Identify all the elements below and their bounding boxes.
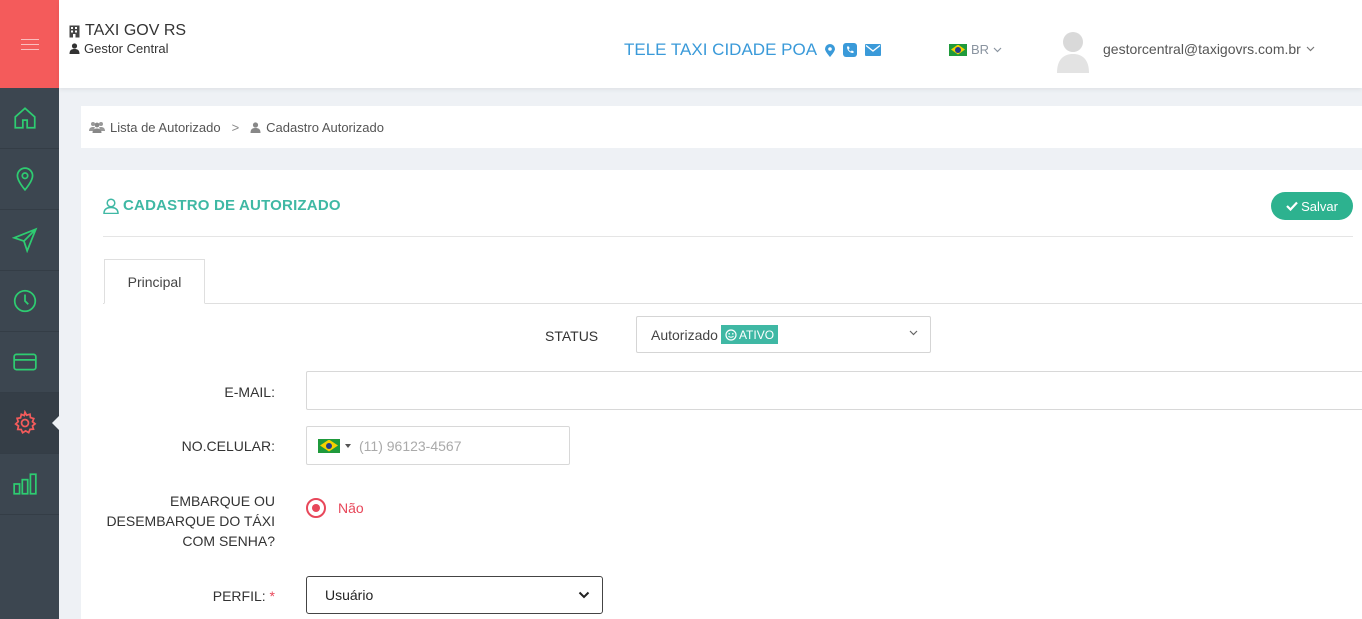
brazil-flag-icon [318,438,340,453]
smile-icon [725,328,737,341]
required-marker: * [269,588,275,604]
user-email: gestorcentral@taxigovrs.com.br [1103,41,1301,57]
company-name: TELE TAXI CIDADE POA [624,40,818,59]
chevron-down-icon [993,47,1002,52]
credit-card-icon [13,353,37,371]
tab-principal[interactable]: Principal [104,259,205,304]
chevron-down-icon [578,591,590,599]
user-menu[interactable]: gestorcentral@taxigovrs.com.br [1103,41,1315,57]
save-label: Salvar [1301,198,1338,214]
gear-icon [14,410,37,435]
phone-input[interactable] [359,437,549,454]
breadcrumb: Lista de Autorizado > Cadastro Autorizad… [81,106,1362,148]
perfil-label: PERFIL: * [212,588,275,604]
status-value: Autorizado [651,326,718,343]
page-title: CADASTRO DE AUTORIZADO [103,197,341,214]
chevron-down-icon [909,330,918,336]
sidebar-item-reports[interactable] [0,454,59,515]
embarque-label: EMBARQUE OU DESEMBARQUE DO TÁXI COM SENH… [106,493,275,549]
language-selector[interactable]: BR [949,42,1002,57]
sidebar-item-home[interactable] [0,88,59,149]
sidebar [0,0,60,619]
breadcrumb-label: Cadastro Autorizado [266,119,384,135]
phone-field [306,426,570,465]
email-field[interactable] [306,371,1362,410]
save-button[interactable]: Salvar [1271,192,1353,220]
radio-label: Não [338,500,364,516]
tabs-bar [103,303,1362,304]
sidebar-item-settings[interactable] [0,393,60,454]
breadcrumb-separator: > [231,119,240,135]
user-icon [69,43,80,54]
sidebar-item-history[interactable] [0,271,59,332]
brand-subtitle: Gestor Central [84,41,169,56]
brand: TAXI GOV RS Gestor Central [69,22,186,56]
caret-down-icon [345,443,351,448]
perfil-value: Usuário [325,587,374,603]
phone-label: NO.CELULAR: [181,438,275,454]
home-icon [14,107,36,129]
breadcrumb-item-list[interactable]: Lista de Autorizado [89,120,221,135]
chevron-down-icon [1306,46,1315,52]
breadcrumb-item-current: Cadastro Autorizado [250,120,384,135]
brazil-flag-icon [949,43,967,56]
perfil-select[interactable]: Usuário [306,576,603,614]
embarque-radio[interactable]: Não [306,498,364,518]
avatar[interactable] [1055,29,1091,73]
users-icon [89,122,105,133]
status-badge: ATIVO [720,325,779,344]
sidebar-item-payment[interactable] [0,332,59,393]
top-header: TAXI GOV RS Gestor Central TELE TAXI CID… [59,0,1362,88]
radio-button[interactable] [306,498,326,518]
breadcrumb-label: Lista de Autorizado [110,119,221,135]
divider [103,236,1353,237]
user-outline-icon [103,197,119,214]
country-selector[interactable] [307,438,359,453]
status-label: STATUS [545,328,599,344]
clock-icon [13,289,37,313]
location-icon[interactable] [825,43,836,57]
send-icon [12,227,38,253]
language-code: BR [971,42,990,57]
building-icon [69,25,80,37]
check-icon [1286,201,1298,211]
user-icon [250,121,261,133]
map-pin-icon [16,167,34,192]
email-label: E-MAIL: [224,384,275,400]
envelope-icon[interactable] [865,44,882,56]
brand-title: TAXI GOV RS [85,22,187,39]
sidebar-item-map[interactable] [0,149,59,210]
status-select[interactable]: Autorizado ATIVO [636,316,931,353]
hamburger-icon [20,35,39,54]
main-panel: CADASTRO DE AUTORIZADO Salvar Principal … [81,170,1362,619]
menu-toggle-button[interactable] [0,0,59,88]
bar-chart-icon [13,473,37,495]
phone-icon[interactable] [843,43,858,57]
sidebar-item-send[interactable] [0,210,59,271]
company-info: TELE TAXI CIDADE POA [624,40,882,60]
